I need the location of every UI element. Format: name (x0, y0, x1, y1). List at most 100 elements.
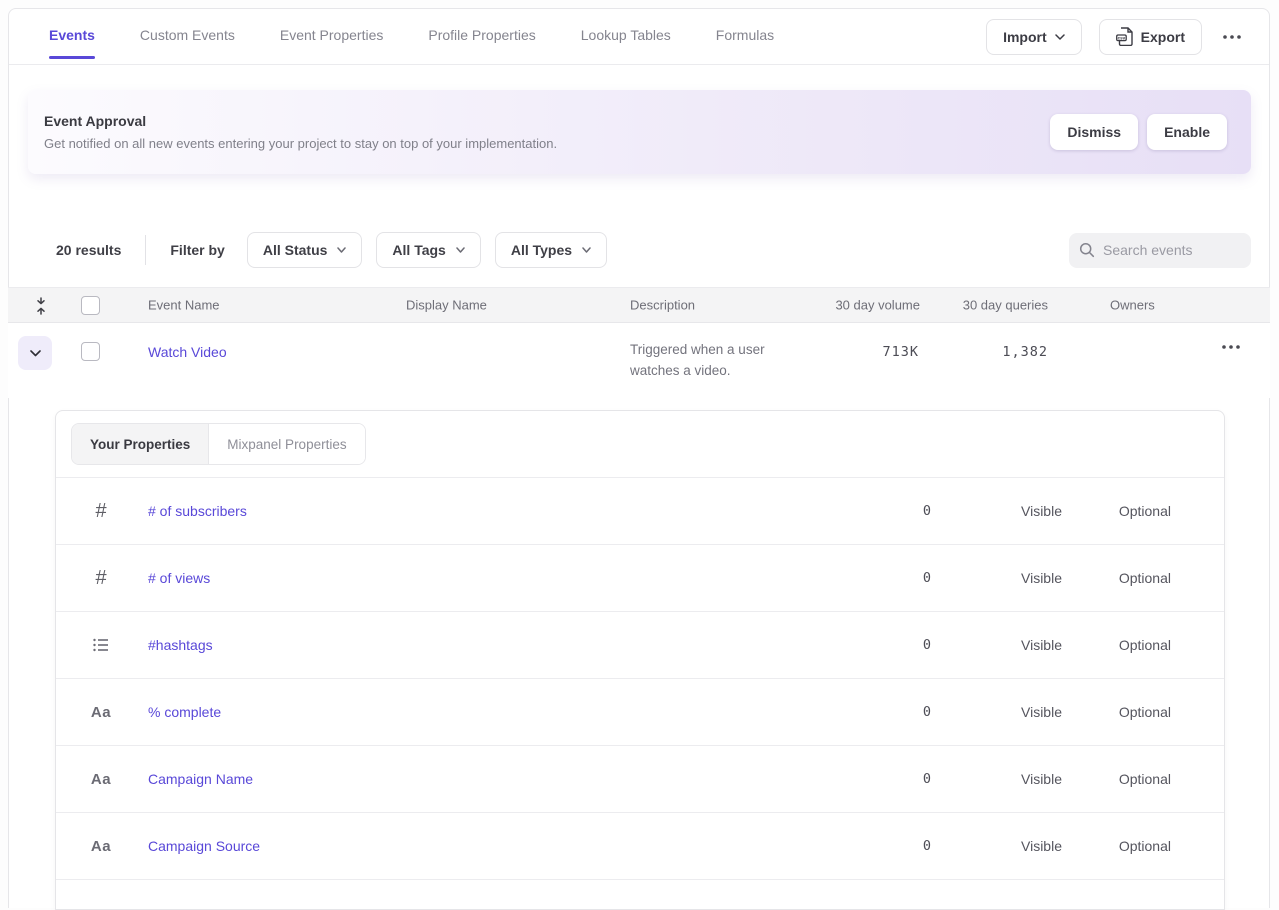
event-name-link[interactable]: Watch Video (148, 344, 227, 360)
tab-profile-properties[interactable]: Profile Properties (428, 21, 535, 53)
csv-file-icon: csv (1116, 27, 1133, 46)
property-row: Aa Campaign Name 0 Visible Optional (56, 746, 1224, 813)
properties-panel: Your Properties Mixpanel Properties # # … (55, 410, 1225, 910)
types-filter-dropdown[interactable]: All Types (495, 232, 607, 268)
tab-lookup-tables[interactable]: Lookup Tables (581, 21, 671, 53)
property-row: Aa Campaign Source 0 Visible Optional (56, 813, 1224, 880)
column-header-description: Description (630, 298, 695, 313)
property-requirement: Optional (1119, 637, 1171, 653)
row-checkbox[interactable] (81, 342, 100, 361)
enable-button[interactable]: Enable (1147, 114, 1227, 150)
text-type-icon: Aa (81, 679, 121, 745)
row-more-options-icon[interactable] (1218, 341, 1244, 353)
import-button[interactable]: Import (986, 19, 1082, 55)
property-name-link[interactable]: # of subscribers (148, 503, 247, 519)
property-row: # # of subscribers 0 Visible Optional (56, 478, 1224, 545)
tab-mixpanel-properties[interactable]: Mixpanel Properties (209, 424, 364, 464)
property-requirement: Optional (1119, 771, 1171, 787)
property-row: # # of views 0 Visible Optional (56, 545, 1224, 612)
tab-events[interactable]: Events (49, 21, 95, 53)
banner-title: Event Approval (44, 113, 557, 129)
property-name-link[interactable]: Campaign Name (148, 771, 253, 787)
event-description: Triggered when a user watches a video. (630, 339, 765, 381)
property-name-link[interactable]: Campaign Source (148, 838, 260, 854)
property-count: 0 (923, 637, 932, 653)
banner-text: Event Approval Get notified on all new e… (28, 113, 557, 151)
property-name-link[interactable]: % complete (148, 704, 221, 720)
select-all-checkbox[interactable] (81, 296, 100, 315)
more-options-icon[interactable] (1219, 31, 1245, 43)
tab-events-label: Events (49, 27, 95, 43)
status-filter-dropdown[interactable]: All Status (247, 232, 363, 268)
filter-row: 20 results Filter by All Status All Tags… (56, 232, 1251, 268)
status-filter-label: All Status (263, 242, 328, 258)
tab-actions: Import csv Export (986, 19, 1245, 55)
property-row: #hashtags 0 Visible Optional (56, 612, 1224, 679)
property-count: 0 (923, 503, 932, 519)
results-count: 20 results (56, 242, 121, 258)
property-requirement: Optional (1119, 503, 1171, 519)
chevron-down-icon (337, 247, 346, 253)
properties-panel-header: Your Properties Mixpanel Properties (56, 411, 1224, 478)
text-type-icon: Aa (81, 813, 121, 879)
table-row: Watch Video Triggered when a user watche… (8, 323, 1270, 398)
property-visibility: Visible (1021, 704, 1062, 720)
volume-value: 713K (882, 344, 919, 360)
active-tab-underline (49, 56, 95, 59)
column-header-event-name: Event Name (148, 298, 220, 313)
queries-value: 1,382 (1002, 344, 1048, 360)
property-visibility: Visible (1021, 838, 1062, 854)
tab-your-properties[interactable]: Your Properties (72, 424, 209, 464)
export-button[interactable]: csv Export (1099, 19, 1202, 55)
search-box (1069, 233, 1251, 268)
column-header-owners: Owners (1110, 298, 1155, 313)
events-table-header: Event Name Display Name Description 30 d… (8, 287, 1270, 323)
property-visibility: Visible (1021, 570, 1062, 586)
property-visibility: Visible (1021, 503, 1062, 519)
collapse-row-button[interactable] (18, 336, 52, 370)
text-type-icon: Aa (81, 746, 121, 812)
banner-actions: Dismiss Enable (1050, 114, 1251, 150)
tab-bar: Events Custom Events Event Properties Pr… (9, 9, 1269, 65)
banner-subtitle: Get notified on all new events entering … (44, 136, 557, 151)
property-visibility: Visible (1021, 771, 1062, 787)
property-count: 0 (923, 570, 932, 586)
filter-by-label: Filter by (170, 242, 224, 258)
column-header-queries: 30 day queries (963, 298, 1048, 313)
tab-event-properties[interactable]: Event Properties (280, 21, 384, 53)
tags-filter-label: All Tags (392, 242, 445, 258)
divider (145, 235, 146, 265)
property-name-link[interactable]: #hashtags (148, 637, 213, 653)
list-type-icon (81, 612, 121, 678)
search-icon (1079, 242, 1095, 258)
svg-text:csv: csv (1117, 35, 1125, 40)
property-name-link[interactable]: # of views (148, 570, 210, 586)
dismiss-button[interactable]: Dismiss (1050, 114, 1138, 150)
chevron-down-icon (582, 247, 591, 253)
property-row: Aa % complete 0 Visible Optional (56, 679, 1224, 746)
search-input[interactable] (1103, 242, 1233, 258)
property-visibility: Visible (1021, 637, 1062, 653)
column-header-display-name: Display Name (406, 298, 487, 313)
property-count: 0 (923, 838, 932, 854)
property-requirement: Optional (1119, 570, 1171, 586)
tab-custom-events[interactable]: Custom Events (140, 21, 235, 53)
import-label: Import (1003, 29, 1047, 45)
property-requirement: Optional (1119, 704, 1171, 720)
chevron-down-icon (1055, 34, 1065, 40)
property-count: 0 (923, 771, 932, 787)
property-count: 0 (923, 704, 932, 720)
properties-tab-switcher: Your Properties Mixpanel Properties (71, 423, 366, 465)
collapse-all-icon[interactable] (28, 293, 54, 319)
export-label: Export (1141, 29, 1185, 45)
chevron-down-icon (30, 350, 41, 357)
event-approval-banner: Event Approval Get notified on all new e… (28, 90, 1251, 174)
description-line-2: watches a video. (630, 363, 731, 378)
number-type-icon: # (81, 545, 121, 611)
tab-formulas[interactable]: Formulas (716, 21, 774, 53)
column-header-volume: 30 day volume (835, 298, 920, 313)
number-type-icon: # (81, 478, 121, 544)
types-filter-label: All Types (511, 242, 572, 258)
tags-filter-dropdown[interactable]: All Tags (376, 232, 480, 268)
description-line-1: Triggered when a user (630, 342, 765, 357)
